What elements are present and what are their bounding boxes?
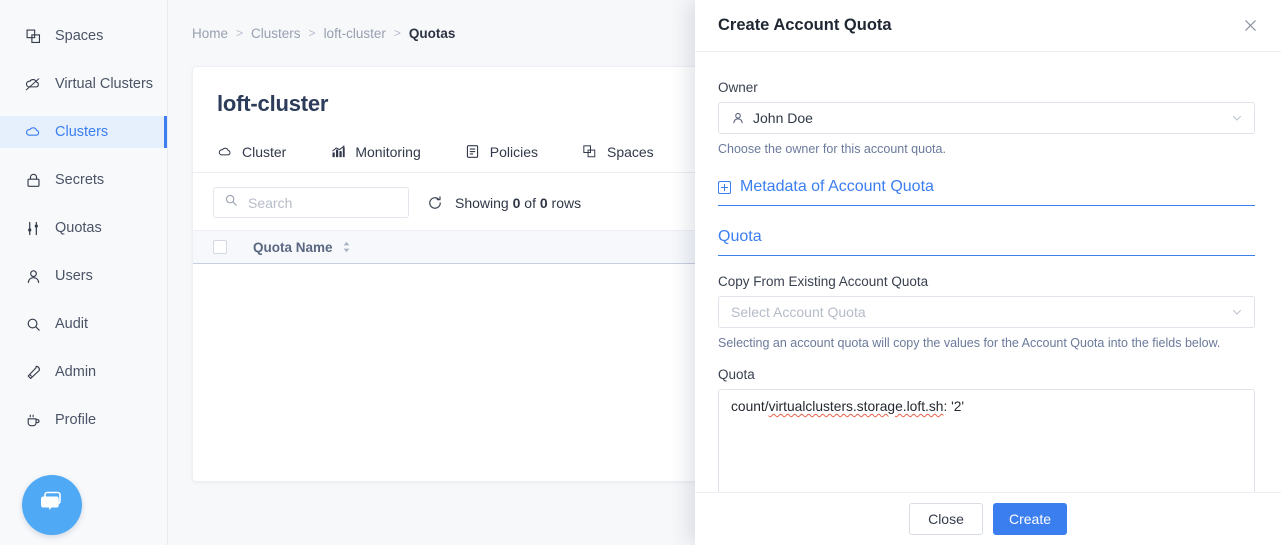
close-button[interactable]: Close [909, 503, 983, 535]
sort-icon[interactable] [342, 241, 351, 253]
drawer-title: Create Account Quota [718, 16, 892, 35]
tab-spaces[interactable]: Spaces [582, 144, 654, 160]
breadcrumb-separator: > [236, 26, 243, 40]
select-all-checkbox[interactable] [213, 240, 227, 254]
tab-monitoring[interactable]: Monitoring [330, 144, 420, 160]
sidebar-item-profile[interactable]: Profile [0, 404, 167, 436]
tab-policies[interactable]: Policies [465, 144, 538, 160]
drawer-footer: Close Create [695, 492, 1281, 545]
chevron-down-icon [1231, 112, 1243, 124]
sidebar-item-label: Secrets [55, 172, 104, 188]
metadata-section-label: Metadata of Account Quota [740, 178, 934, 196]
search-icon [224, 193, 248, 212]
rows-total: 0 [540, 195, 548, 211]
search-icon [24, 315, 42, 333]
document-icon [465, 144, 481, 160]
quota-textarea[interactable]: count/virtualclusters.storage.loft.sh: '… [718, 389, 1255, 492]
drawer-header: Create Account Quota [695, 0, 1281, 52]
column-header-quota-name[interactable]: Quota Name [253, 240, 351, 255]
spaces-icon [582, 144, 598, 160]
sidebar-item-clusters[interactable]: Clusters [0, 116, 167, 148]
quota-field-label: Quota [718, 367, 1255, 382]
copy-from-select[interactable]: Select Account Quota [718, 296, 1255, 328]
sidebar-item-label: Audit [55, 316, 88, 332]
rows-suffix: rows [552, 195, 582, 211]
sidebar-item-virtual-clusters[interactable]: Virtual Clusters [0, 68, 167, 100]
sidebar-item-label: Profile [55, 412, 96, 428]
chevron-down-icon [1231, 306, 1243, 318]
create-account-quota-drawer: Create Account Quota Owner John Doe [695, 0, 1281, 545]
wrench-icon [24, 363, 42, 381]
rows-shown: 0 [513, 195, 521, 211]
quota-value-key: virtualclusters.storage.loft.sh [769, 399, 944, 414]
rows-count-text: Showing 0 of 0 rows [455, 195, 581, 211]
tab-label: Monitoring [355, 144, 420, 160]
rows-mid: of [524, 195, 536, 211]
app-root: Spaces Virtual Clusters Clusters [0, 0, 1281, 545]
close-icon[interactable] [1239, 15, 1261, 37]
breadcrumb-item-clusters[interactable]: Clusters [251, 26, 301, 41]
drawer-body: Owner John Doe Choose the owner for this… [695, 52, 1281, 492]
owner-hint: Choose the owner for this account quota. [718, 142, 1255, 156]
spaces-icon [24, 27, 42, 45]
sidebar-item-label: Users [55, 268, 93, 284]
sidebar-item-secrets[interactable]: Secrets [0, 164, 167, 196]
metadata-section-toggle[interactable]: Metadata of Account Quota [718, 178, 1255, 206]
copy-from-label: Copy From Existing Account Quota [718, 274, 1255, 289]
rows-status: Showing 0 of 0 rows [427, 195, 581, 211]
rows-prefix: Showing [455, 195, 509, 211]
breadcrumb-item-home[interactable]: Home [192, 26, 228, 41]
lock-icon [24, 171, 42, 189]
tab-cluster[interactable]: Cluster [217, 144, 286, 160]
tab-label: Spaces [607, 144, 654, 160]
quota-section-label: Quota [718, 228, 762, 246]
sidebar-item-users[interactable]: Users [0, 260, 167, 292]
chat-support-button[interactable] [22, 475, 82, 535]
sidebar-item-admin[interactable]: Admin [0, 356, 167, 388]
tab-label: Policies [490, 144, 538, 160]
sidebar-item-label: Clusters [55, 124, 108, 140]
chart-icon [330, 144, 346, 160]
sidebar-item-label: Virtual Clusters [55, 76, 153, 92]
coffee-cup-icon [24, 411, 42, 429]
chat-bubble-icon [37, 488, 67, 523]
sidebar-item-quotas[interactable]: Quotas [0, 212, 167, 244]
create-button[interactable]: Create [993, 503, 1067, 535]
owner-select-value: John Doe [753, 110, 813, 126]
plus-square-icon [718, 181, 731, 194]
breadcrumb-item-quotas: Quotas [409, 26, 456, 41]
sliders-icon [24, 219, 42, 237]
cloud-icon [24, 123, 42, 141]
copy-from-select-value: Select Account Quota [731, 304, 866, 320]
sidebar-item-audit[interactable]: Audit [0, 308, 167, 340]
sidebar-item-spaces[interactable]: Spaces [0, 20, 167, 52]
owner-select[interactable]: John Doe [718, 102, 1255, 134]
cloud-icon [217, 144, 233, 160]
sidebar-item-label: Spaces [55, 28, 103, 44]
quota-value-suffix: : '2' [943, 399, 964, 414]
user-icon [731, 111, 745, 125]
breadcrumb-separator: > [394, 26, 401, 40]
sidebar-item-label: Admin [55, 364, 96, 380]
refresh-icon[interactable] [427, 195, 443, 211]
column-label: Quota Name [253, 240, 333, 255]
tab-label: Cluster [242, 144, 286, 160]
sidebar-item-label: Quotas [55, 220, 102, 236]
search-input[interactable] [248, 195, 398, 211]
search-box[interactable] [213, 187, 409, 218]
sidebar: Spaces Virtual Clusters Clusters [0, 0, 168, 545]
owner-label: Owner [718, 80, 1255, 95]
breadcrumb-item-loft-cluster[interactable]: loft-cluster [324, 26, 386, 41]
virtual-clusters-icon [24, 75, 42, 93]
quota-section-header: Quota [718, 228, 1255, 256]
breadcrumb-separator: > [309, 26, 316, 40]
copy-from-hint: Selecting an account quota will copy the… [718, 336, 1255, 350]
user-icon [24, 267, 42, 285]
quota-value-prefix: count/ [731, 399, 769, 414]
